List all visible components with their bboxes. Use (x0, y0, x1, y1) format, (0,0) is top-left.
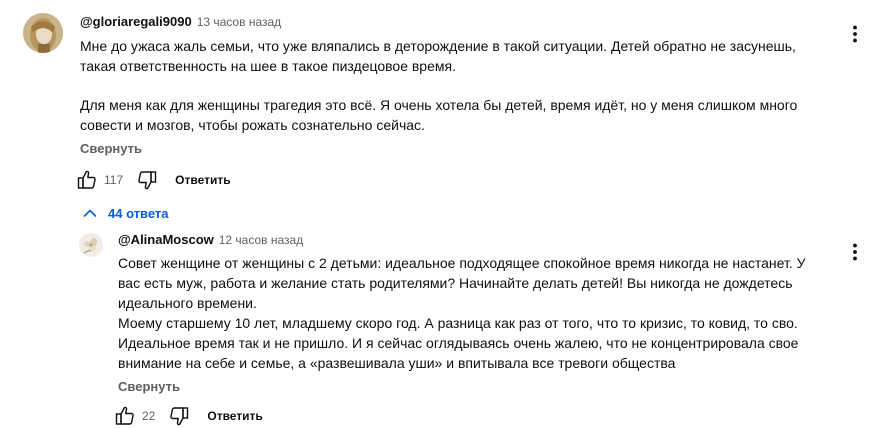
replies-toggle-button[interactable]: 44 ответа (80, 202, 169, 224)
comment-text-paragraph-1: Мне до ужаса жаль семьи, что уже вляпали… (80, 38, 796, 74)
portrait-avatar-icon (23, 13, 63, 53)
comment-header: @gloriaregali9090 13 часов назад (80, 14, 281, 32)
thumb-down-icon[interactable] (167, 404, 191, 428)
like-count: 22 (142, 409, 156, 423)
like-count: 117 (104, 173, 124, 187)
comment-text-paragraph-2: Для меня как для женщины трагедия это вс… (80, 97, 798, 133)
reply-header: @AlinaMoscow 12 часов назад (118, 232, 303, 250)
thumb-up-icon[interactable] (113, 404, 137, 428)
avatar[interactable] (23, 13, 63, 53)
reply-item: @AlinaMoscow 12 часов назад Совет женщин… (0, 228, 883, 426)
reply-author[interactable]: @AlinaMoscow (118, 232, 214, 247)
reply-timestamp[interactable]: 12 часов назад (219, 233, 303, 247)
more-vert-icon[interactable] (843, 240, 867, 264)
reply-action-bar: 22 Ответить (113, 404, 263, 428)
collapse-button[interactable]: Свернуть (118, 379, 180, 394)
comment-action-bar: 117 Ответить (75, 168, 231, 192)
avatar[interactable] (79, 233, 103, 257)
reply-text: Совет женщине от женщины с 2 детьми: иде… (118, 255, 806, 371)
collapse-button[interactable]: Свернуть (80, 141, 142, 156)
more-vert-icon[interactable] (843, 22, 867, 46)
thumb-down-icon[interactable] (135, 168, 159, 192)
flower-avatar-icon (79, 233, 103, 257)
comment-author[interactable]: @gloriaregali9090 (80, 14, 192, 29)
comment-thread: @gloriaregali9090 13 часов назад Мне до … (0, 0, 883, 200)
comment-timestamp[interactable]: 13 часов назад (197, 15, 281, 29)
reply-button[interactable]: Ответить (175, 173, 230, 187)
replies-count-label[interactable]: 44 ответа (108, 206, 169, 221)
chevron-up-icon (80, 203, 100, 223)
thumb-up-icon[interactable] (75, 168, 99, 192)
reply-button[interactable]: Ответить (207, 409, 262, 423)
